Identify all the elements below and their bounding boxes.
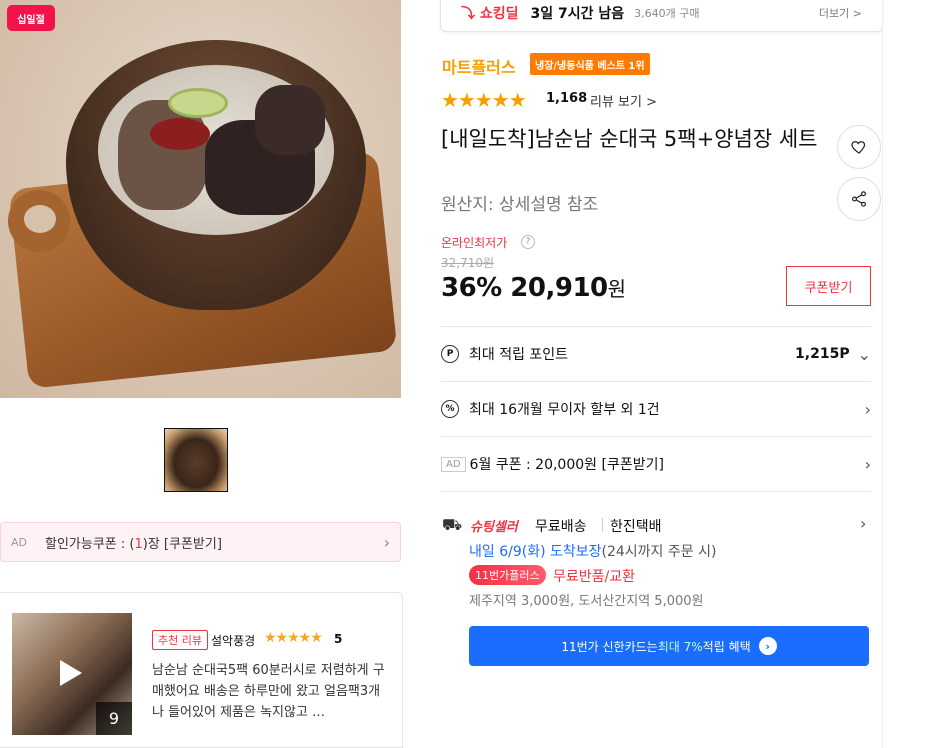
product-origin: 원산지: 상세설명 참조 <box>441 195 599 215</box>
chevron-right-icon: › <box>383 532 390 552</box>
board-hole-graphic <box>24 205 56 233</box>
free-shipping-label: 무료배송 <box>535 519 587 535</box>
divider <box>602 518 603 532</box>
event-badge: 십일절 <box>7 5 55 31</box>
review-text[interactable]: 남순남 순대국5팩 60분러시로 저렴하게 구매했어요 배송은 하루만에 왔고 … <box>152 660 392 723</box>
lowest-price-label: 온라인최저가 <box>441 236 508 250</box>
ad-label: AD <box>441 456 466 472</box>
review-media-count: 9 <box>96 702 132 735</box>
deal-more-link[interactable]: 더보기 > <box>819 5 862 21</box>
recommended-review-tag: 추천 리뷰 <box>152 630 208 650</box>
rating-stars: ★★★★★ <box>441 88 527 112</box>
point-icon: P <box>441 345 459 363</box>
truck-icon: ⛟ <box>442 515 463 534</box>
card-benefit-banner[interactable]: 11번가 신한카드는 최대 7% 적립 혜택 › <box>469 626 869 666</box>
monthly-coupon-row[interactable]: AD 6월 쿠폰 : 20,000원 [쿠폰받기] › <box>441 437 871 491</box>
plus-membership-badge: 11번가플러스 <box>469 565 546 585</box>
review-author: 설악풍경 <box>211 634 256 648</box>
arrow-right-icon: › <box>758 637 777 655</box>
share-button[interactable] <box>837 177 881 221</box>
chevron-right-icon[interactable]: › <box>860 514 866 533</box>
free-return-label: 무료반품/교환 <box>553 569 635 585</box>
ad-label: AD <box>11 535 27 549</box>
monthly-coupon-label: 6월 쿠폰 : 20,000원 [쿠폰받기] <box>469 457 664 473</box>
help-icon[interactable]: ? <box>521 235 535 249</box>
deal-purchase-count: 3,640개 구매 <box>634 6 700 20</box>
coupon-button[interactable]: 쿠폰받기 <box>786 266 871 306</box>
courier-name: 한진택배 <box>610 519 662 535</box>
shocking-deal-logo: ⤵ 쇼킹딜 <box>461 5 519 22</box>
original-price: 32,710원 <box>441 256 495 270</box>
deal-icon: ⤵ <box>461 5 480 22</box>
shocking-deal-bar[interactable]: ⤵ 쇼킹딜 3일 7시간 남음 3,640개 구매 더보기 > <box>440 0 883 32</box>
points-label: 최대 적립 포인트 <box>469 347 569 363</box>
wishlist-button[interactable] <box>837 125 881 169</box>
heart-icon <box>851 141 866 154</box>
product-thumbnail[interactable] <box>164 428 228 492</box>
chevron-right-icon: › <box>864 399 871 419</box>
seasoning-graphic <box>150 118 210 150</box>
review-score: 5 <box>334 632 343 646</box>
column-divider <box>882 0 883 748</box>
product-title: [내일도착]남순남 순대국 5팩+양념장 세트 <box>441 127 818 151</box>
review-star-rating: ★★★★★ <box>264 630 323 646</box>
arrival-guarantee: 내일 6/9(화) 도착보장(24시까지 주문 시) <box>469 544 717 560</box>
chevron-right-icon: › <box>864 454 871 474</box>
store-name[interactable]: 마트플러스 <box>442 54 516 78</box>
review-link[interactable]: 리뷰 보기 > <box>590 91 657 110</box>
shooting-seller-logo: 슈팅셀러 <box>470 520 518 535</box>
coupon-bar-text: 할인가능쿠폰 : (1)장 [쿠폰받기] <box>45 536 222 552</box>
chevron-down-icon: ⌄ <box>857 344 871 364</box>
share-icon <box>852 191 866 207</box>
best-seller-badge: 냉장/냉동식품 베스트 1위 <box>530 53 650 75</box>
coupon-bar[interactable]: AD 할인가능쿠폰 : (1)장 [쿠폰받기] › <box>0 522 401 562</box>
divider <box>441 491 871 492</box>
extra-shipping-fee: 제주지역 3,000원, 도서산간지역 5,000원 <box>469 594 704 609</box>
rating-count: 1,168 <box>546 91 588 106</box>
points-value: 1,215P <box>795 346 850 362</box>
scallion-graphic <box>168 88 228 118</box>
sale-price: 36% 20,910원 <box>441 273 626 303</box>
installment-row[interactable]: % 최대 16개월 무이자 할부 외 1건 › <box>441 382 871 436</box>
installment-label: 최대 16개월 무이자 할부 외 1건 <box>469 402 660 418</box>
percent-icon: % <box>441 400 459 418</box>
play-icon[interactable] <box>60 660 82 686</box>
deal-time-left: 3일 7시간 남음 <box>530 5 625 22</box>
sundae-graphic <box>255 85 325 155</box>
points-row[interactable]: P 최대 적립 포인트 1,215P ⌄ <box>441 327 871 381</box>
